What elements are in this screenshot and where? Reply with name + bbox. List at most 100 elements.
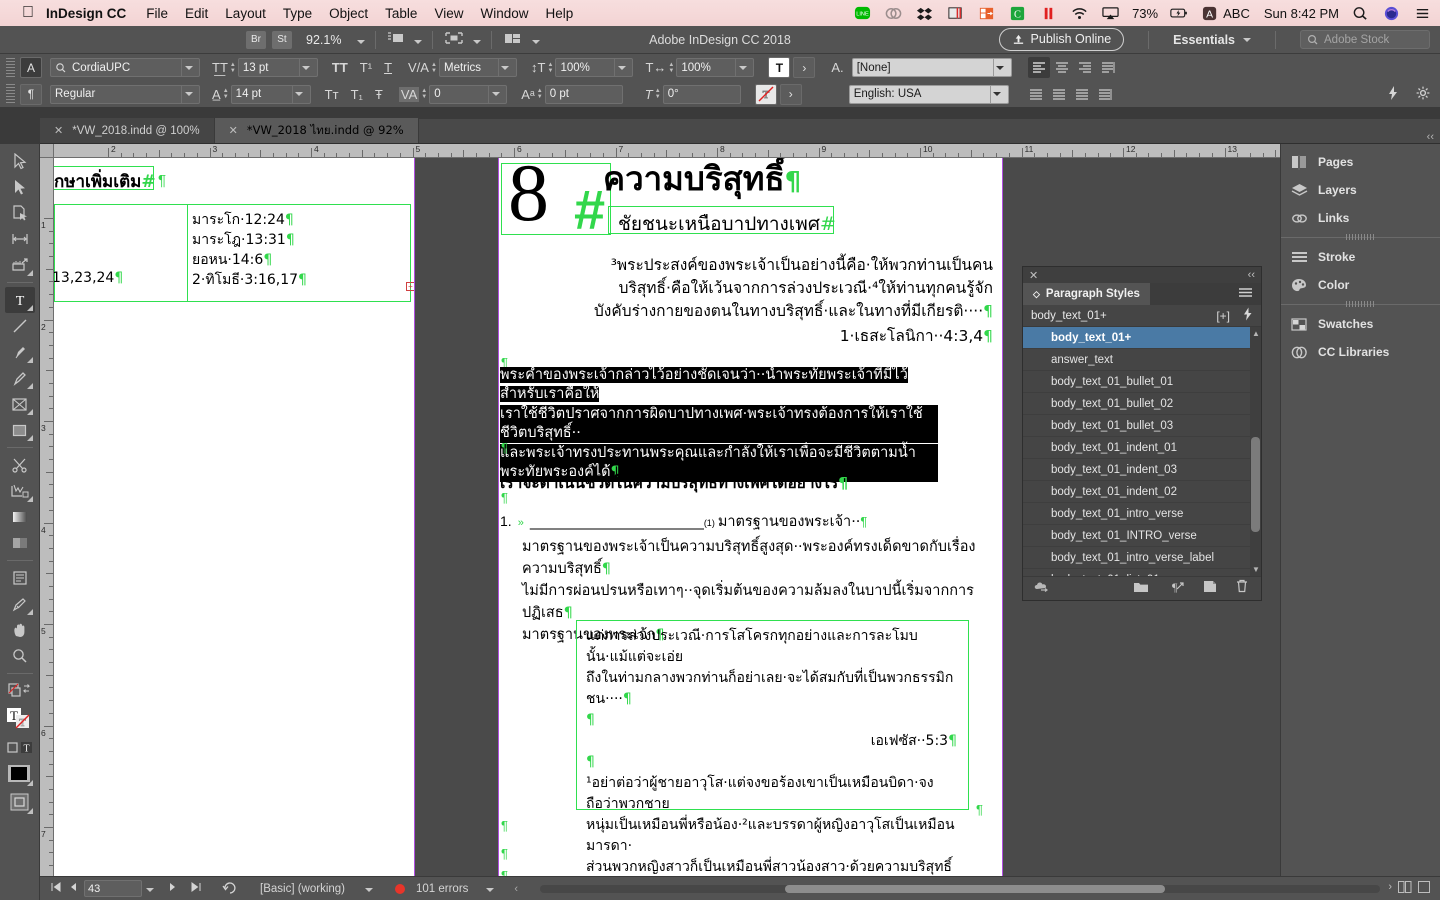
control-panel-grip-2[interactable] xyxy=(6,84,15,104)
underline-icon[interactable]: T xyxy=(384,60,392,75)
strikethrough-icon[interactable]: Ŧ xyxy=(375,87,383,102)
container-text-toggle-icon[interactable]: T xyxy=(5,734,35,760)
pen-tool-flyout-indicator[interactable] xyxy=(26,357,33,363)
dock-item-pages[interactable]: Pages xyxy=(1281,148,1440,176)
small-caps-icon[interactable]: Tт xyxy=(325,87,339,102)
paragraph-styles-panel[interactable]: ✕ ‹‹ ◇ Paragraph Styles body_text_01+ [+… xyxy=(1022,266,1262,601)
dock-item-layers[interactable]: Layers xyxy=(1281,176,1440,204)
page-number-dropdown-icon[interactable] xyxy=(146,883,154,895)
menu-type[interactable]: Type xyxy=(283,6,312,21)
page-tool-icon[interactable] xyxy=(5,200,35,226)
formatting-text-icon[interactable]: TT xyxy=(5,704,35,734)
first-page-icon[interactable] xyxy=(50,881,62,896)
panel-menu-icon[interactable] xyxy=(1238,285,1261,303)
horizontal-scrollbar[interactable] xyxy=(540,884,1380,893)
leading-stepper[interactable]: ▲ ▼ xyxy=(221,88,231,100)
kerning-field[interactable]: Metrics xyxy=(438,58,517,77)
note-tool-icon[interactable] xyxy=(5,565,35,591)
paragraph-style-row[interactable]: body_text_01_indent_03 xyxy=(1023,459,1261,481)
tool-flyout-indicator[interactable] xyxy=(26,270,33,276)
language-dropdown-icon[interactable] xyxy=(989,85,1004,103)
justify-left-button[interactable] xyxy=(1097,57,1119,78)
preflight-profile-label[interactable]: [Basic] (working) xyxy=(260,883,345,895)
menu-view[interactable]: View xyxy=(434,6,463,21)
zoom-level-value[interactable]: 92.1% xyxy=(306,33,341,47)
stock-button[interactable]: St xyxy=(272,30,292,49)
panel-settings-gear-icon[interactable] xyxy=(1416,86,1430,103)
gap-tool-icon[interactable] xyxy=(5,226,35,252)
free-transform-tool-icon[interactable] xyxy=(5,478,35,504)
vertical-scale-dropdown-icon[interactable] xyxy=(614,59,628,76)
rectangle-tool-flyout-indicator[interactable] xyxy=(26,435,33,441)
font-size-field[interactable]: 13 pt xyxy=(237,58,318,77)
eyedropper-tool-icon[interactable] xyxy=(5,591,35,617)
leading-field[interactable]: 14 pt xyxy=(230,84,311,104)
split-layout-icon[interactable] xyxy=(1398,881,1412,896)
menu-object[interactable]: Object xyxy=(329,6,368,21)
paragraph-style-row[interactable]: body_text_01_bullet_03 xyxy=(1023,415,1261,437)
pen-tool-icon[interactable] xyxy=(5,339,35,365)
font-style-field[interactable]: Regular xyxy=(50,84,200,104)
kerning-stepper[interactable]: ▲ ▼ xyxy=(429,62,439,74)
paragraph-styles-scroll-thumb[interactable] xyxy=(1251,437,1260,532)
previous-page-icon[interactable] xyxy=(68,881,78,896)
highlighted-paragraph[interactable]: พระคำของพระเจ้ากล่าวไว้อย่างชัดเจนว่า··น… xyxy=(500,366,938,482)
selection-tool-icon[interactable] xyxy=(5,148,35,174)
quick-apply-icon[interactable] xyxy=(1386,85,1400,104)
tracking-field[interactable]: 0 xyxy=(429,84,508,104)
pencil-tool-flyout-indicator[interactable] xyxy=(26,383,33,389)
dock-item-stroke[interactable]: Stroke xyxy=(1281,243,1440,271)
ruler-origin-box[interactable] xyxy=(40,144,54,158)
creative-cloud-icon[interactable] xyxy=(884,5,903,22)
kerning-dropdown-icon[interactable] xyxy=(497,59,512,76)
font-family-field[interactable]: CordiaUPC xyxy=(50,58,200,77)
menu-window[interactable]: Window xyxy=(480,6,528,21)
dock-item-links[interactable]: Links xyxy=(1281,204,1440,232)
type-tool-flyout-indicator[interactable] xyxy=(26,305,33,311)
font-family-dropdown-icon[interactable] xyxy=(181,59,195,76)
gradient-feather-tool-icon[interactable] xyxy=(5,530,35,556)
workspace-dropdown-icon[interactable] xyxy=(1243,37,1251,42)
direct-selection-tool-icon[interactable] xyxy=(5,174,35,200)
dock-item-swatches[interactable]: Swatches xyxy=(1281,310,1440,338)
tracking-stepper[interactable]: ▲ ▼ xyxy=(419,88,429,100)
font-size-dropdown-icon[interactable] xyxy=(298,59,313,76)
bridge-button[interactable]: Br xyxy=(246,30,266,49)
menu-help[interactable]: Help xyxy=(545,6,573,21)
justify-center-button[interactable] xyxy=(1048,84,1070,105)
paragraph-style-row[interactable]: body_text_01_indent_01 xyxy=(1023,437,1261,459)
page-left[interactable]: กษาเพิ่มเติม# ¶ มาระโก·12:24¶ มาระโฎ·13:… xyxy=(54,158,415,882)
horizontal-ruler[interactable]: 2 3 4 5 6 7 8 9 10 11 12 13 xyxy=(40,144,1280,158)
page-number-field[interactable]: 43 xyxy=(84,880,142,897)
grid-layout-icon[interactable] xyxy=(1418,881,1430,896)
fill-text-button[interactable]: T xyxy=(768,57,791,78)
view-mode-flyout-indicator[interactable] xyxy=(26,808,33,814)
stroke-text-button[interactable]: T xyxy=(754,83,777,105)
view-options-icon[interactable] xyxy=(443,30,465,49)
align-right-button[interactable] xyxy=(1074,57,1096,78)
screen-mode-icon[interactable] xyxy=(386,30,406,49)
quick-apply-icon[interactable] xyxy=(1242,307,1253,324)
skew-stepper[interactable]: ▲ ▼ xyxy=(653,88,663,100)
airplay-icon[interactable] xyxy=(1101,5,1120,22)
character-style-field[interactable]: [None] xyxy=(851,58,1012,77)
battery-icon[interactable] xyxy=(1170,5,1189,22)
horizontal-scale-field[interactable]: 100% xyxy=(676,58,755,77)
zoom-dropdown-icon[interactable] xyxy=(357,33,366,47)
cc-sync-icon[interactable] xyxy=(1033,580,1051,598)
paragraph-style-row[interactable]: body_text_01_list_01 xyxy=(1023,569,1261,577)
baseline-shift-stepper[interactable]: ▲ ▼ xyxy=(535,88,545,100)
pencil-tool-icon[interactable] xyxy=(5,365,35,391)
font-size-stepper[interactable]: ▲ ▼ xyxy=(228,62,238,74)
spotlight-search-icon[interactable] xyxy=(1351,5,1370,22)
skew-field[interactable]: 0° xyxy=(662,84,741,104)
align-center-button[interactable] xyxy=(1051,57,1073,78)
hand-tool-icon[interactable] xyxy=(5,617,35,643)
normal-view-mode-icon[interactable] xyxy=(5,788,35,816)
tracking-dropdown-icon[interactable] xyxy=(488,85,502,103)
next-page-icon[interactable] xyxy=(168,881,178,896)
workspace-label[interactable]: Essentials xyxy=(1173,33,1235,47)
character-style-dropdown-icon[interactable] xyxy=(992,59,1007,76)
paragraph-style-row[interactable]: body_text_01_indent_02 xyxy=(1023,481,1261,503)
apply-color-flyout-indicator[interactable] xyxy=(26,780,33,786)
